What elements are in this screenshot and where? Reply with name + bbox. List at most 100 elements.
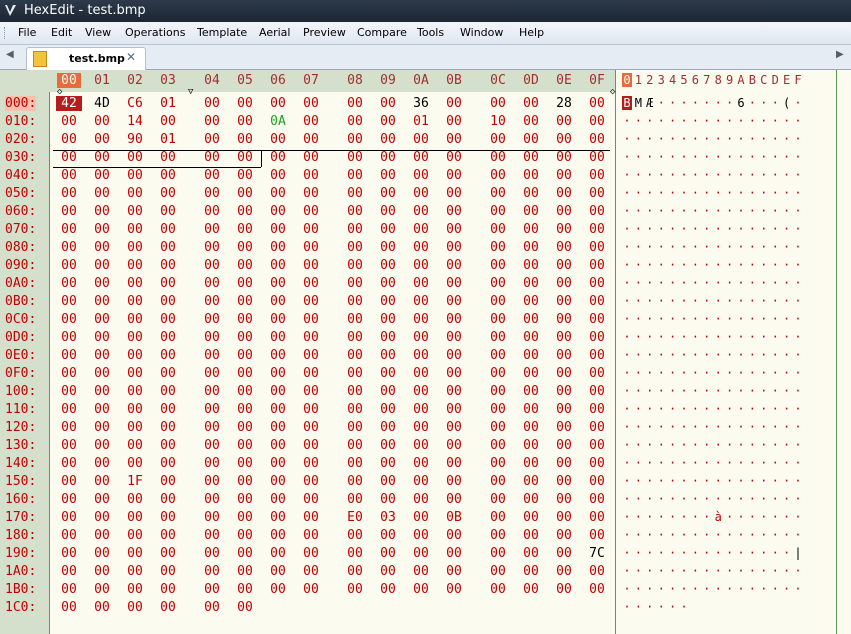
- ascii-char[interactable]: ·: [770, 150, 780, 164]
- ascii-char[interactable]: ·: [668, 456, 678, 470]
- hex-byte[interactable]: 00: [584, 114, 610, 129]
- hex-byte[interactable]: 00: [232, 276, 258, 291]
- hex-byte[interactable]: 00: [265, 348, 291, 363]
- hex-byte[interactable]: 42: [56, 96, 82, 111]
- ascii-char[interactable]: ·: [747, 384, 757, 398]
- hex-byte[interactable]: 00: [155, 600, 181, 615]
- hex-byte[interactable]: 00: [155, 258, 181, 273]
- ascii-char[interactable]: ·: [656, 420, 666, 434]
- hex-byte[interactable]: 00: [408, 582, 434, 597]
- ascii-char[interactable]: ·: [793, 330, 803, 344]
- hex-byte[interactable]: 00: [122, 582, 148, 597]
- hex-byte[interactable]: 00: [265, 96, 291, 111]
- ascii-char[interactable]: ·: [793, 528, 803, 542]
- ascii-char[interactable]: ·: [747, 492, 757, 506]
- ascii-char[interactable]: ·: [656, 600, 666, 614]
- ascii-char[interactable]: ·: [759, 474, 769, 488]
- hex-byte[interactable]: 00: [518, 366, 544, 381]
- hex-byte[interactable]: 00: [485, 402, 511, 417]
- hex-byte[interactable]: 00: [265, 258, 291, 273]
- hex-byte[interactable]: 00: [298, 258, 324, 273]
- hex-byte[interactable]: 00: [89, 240, 115, 255]
- ascii-char[interactable]: ·: [645, 492, 655, 506]
- ascii-char[interactable]: ·: [668, 510, 678, 524]
- ascii-char[interactable]: ·: [747, 114, 757, 128]
- ascii-char[interactable]: ·: [770, 510, 780, 524]
- hex-byte[interactable]: 00: [485, 438, 511, 453]
- hex-byte[interactable]: 00: [232, 402, 258, 417]
- hex-byte[interactable]: 00: [441, 258, 467, 273]
- hex-byte[interactable]: 7C: [584, 546, 610, 561]
- hex-byte[interactable]: 00: [375, 294, 401, 309]
- ascii-char[interactable]: ·: [679, 150, 689, 164]
- hex-byte[interactable]: 00: [265, 186, 291, 201]
- hex-byte[interactable]: 00: [551, 348, 577, 363]
- hex-byte[interactable]: 00: [199, 204, 225, 219]
- hex-byte[interactable]: 00: [342, 168, 368, 183]
- hex-byte[interactable]: 00: [342, 96, 368, 111]
- ascii-char[interactable]: ·: [679, 168, 689, 182]
- ascii-char[interactable]: ·: [759, 186, 769, 200]
- hex-byte[interactable]: 00: [375, 240, 401, 255]
- ascii-char[interactable]: ·: [713, 366, 723, 380]
- hex-byte[interactable]: 00: [485, 168, 511, 183]
- menu-help[interactable]: Help: [519, 26, 544, 39]
- ascii-char[interactable]: ·: [656, 528, 666, 542]
- menu-aerial[interactable]: Aerial: [259, 26, 290, 39]
- ascii-char[interactable]: ·: [793, 384, 803, 398]
- hex-byte[interactable]: 00: [342, 474, 368, 489]
- ascii-char[interactable]: ·: [679, 600, 689, 614]
- hex-byte[interactable]: 00: [441, 96, 467, 111]
- hex-byte[interactable]: 00: [122, 402, 148, 417]
- ascii-char[interactable]: ·: [645, 114, 655, 128]
- ascii-char[interactable]: ·: [690, 204, 700, 218]
- ascii-char[interactable]: ·: [702, 240, 712, 254]
- hex-byte[interactable]: 00: [298, 492, 324, 507]
- ascii-char[interactable]: ·: [725, 582, 735, 596]
- hex-byte[interactable]: 00: [56, 438, 82, 453]
- hex-byte[interactable]: 00: [584, 420, 610, 435]
- ascii-char[interactable]: ·: [770, 582, 780, 596]
- ascii-char[interactable]: ·: [759, 204, 769, 218]
- hex-byte[interactable]: 00: [408, 438, 434, 453]
- ascii-char[interactable]: ·: [713, 114, 723, 128]
- hex-byte[interactable]: 00: [441, 168, 467, 183]
- hex-byte[interactable]: 00: [298, 564, 324, 579]
- hex-byte[interactable]: 00: [56, 168, 82, 183]
- ascii-char[interactable]: ·: [736, 528, 746, 542]
- ascii-char[interactable]: ·: [713, 204, 723, 218]
- ascii-char[interactable]: ·: [725, 564, 735, 578]
- ascii-char[interactable]: ·: [770, 114, 780, 128]
- ascii-char[interactable]: ·: [668, 438, 678, 452]
- ascii-char[interactable]: ·: [645, 420, 655, 434]
- ascii-char[interactable]: ·: [656, 222, 666, 236]
- hex-byte[interactable]: 00: [298, 168, 324, 183]
- ascii-char[interactable]: ·: [782, 294, 792, 308]
- hex-byte[interactable]: 00: [265, 420, 291, 435]
- ascii-char[interactable]: ·: [702, 132, 712, 146]
- hex-byte[interactable]: 00: [89, 384, 115, 399]
- ascii-char[interactable]: ·: [759, 438, 769, 452]
- ascii-char[interactable]: ·: [656, 438, 666, 452]
- ascii-char[interactable]: ·: [702, 276, 712, 290]
- hex-byte[interactable]: 00: [122, 492, 148, 507]
- ascii-char[interactable]: ·: [668, 168, 678, 182]
- ascii-char[interactable]: ·: [668, 330, 678, 344]
- hex-byte[interactable]: 00: [441, 492, 467, 507]
- ascii-char[interactable]: ·: [782, 366, 792, 380]
- hex-byte[interactable]: 00: [199, 186, 225, 201]
- hex-byte[interactable]: 00: [232, 258, 258, 273]
- hex-byte[interactable]: 00: [551, 366, 577, 381]
- hex-byte[interactable]: 00: [375, 492, 401, 507]
- ascii-char[interactable]: ·: [679, 258, 689, 272]
- hex-byte[interactable]: 00: [232, 114, 258, 129]
- hex-byte[interactable]: 00: [155, 564, 181, 579]
- ascii-char[interactable]: ·: [645, 204, 655, 218]
- ascii-char[interactable]: ·: [690, 240, 700, 254]
- hex-byte[interactable]: 00: [265, 204, 291, 219]
- hex-byte[interactable]: 00: [551, 546, 577, 561]
- ascii-char[interactable]: ·: [702, 510, 712, 524]
- hex-byte[interactable]: 00: [584, 168, 610, 183]
- ascii-char[interactable]: ·: [770, 204, 780, 218]
- hex-byte[interactable]: 00: [232, 168, 258, 183]
